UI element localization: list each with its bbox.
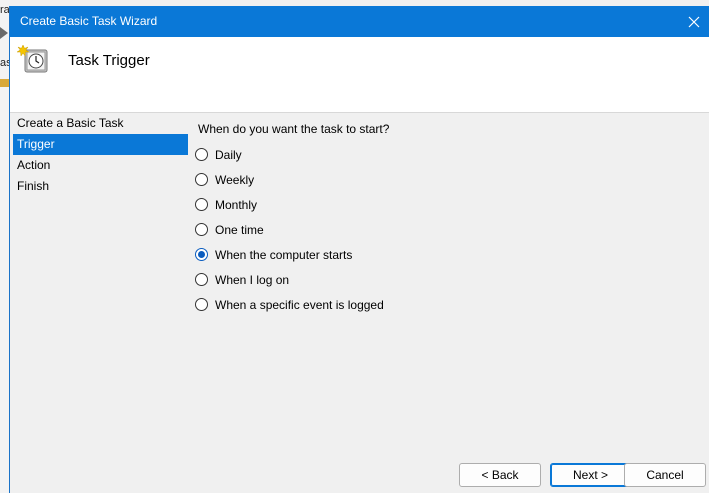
radio-option-log-on[interactable]: When I log on xyxy=(195,267,384,292)
radio-option-weekly[interactable]: Weekly xyxy=(195,167,384,192)
back-button[interactable]: < Back xyxy=(459,463,541,487)
wizard-header: Task Trigger xyxy=(10,37,709,112)
radio-label: Monthly xyxy=(215,197,258,212)
radio-label: Weekly xyxy=(215,172,255,187)
radio-option-one-time[interactable]: One time xyxy=(195,217,384,242)
next-button[interactable]: Next > xyxy=(550,463,631,487)
trigger-question: When do you want the task to start? xyxy=(198,122,390,136)
radio-option-computer-starts[interactable]: When the computer starts xyxy=(195,242,384,267)
window-title: Create Basic Task Wizard xyxy=(20,14,158,28)
radio-button-selected[interactable] xyxy=(195,248,208,261)
radio-button[interactable] xyxy=(195,298,208,311)
wizard-steps-nav: Create a Basic Task Trigger Action Finis… xyxy=(13,113,188,197)
nav-step-trigger[interactable]: Trigger xyxy=(13,134,188,155)
radio-option-daily[interactable]: Daily xyxy=(195,142,384,167)
task-scheduler-clock-icon xyxy=(16,43,50,77)
radio-option-event-logged[interactable]: When a specific event is logged xyxy=(195,292,384,317)
nav-step-create-basic-task[interactable]: Create a Basic Task xyxy=(13,113,188,134)
radio-button[interactable] xyxy=(195,223,208,236)
close-button[interactable] xyxy=(678,6,709,37)
radio-label: When the computer starts xyxy=(215,247,353,262)
radio-label: When a specific event is logged xyxy=(215,297,384,312)
radio-button[interactable] xyxy=(195,173,208,186)
trigger-radio-group: Daily Weekly Monthly One time When the c… xyxy=(195,142,384,317)
title-bar: Create Basic Task Wizard xyxy=(10,6,709,37)
radio-label: One time xyxy=(215,222,264,237)
background-app-folder-icon xyxy=(0,76,9,88)
page-title: Task Trigger xyxy=(68,52,150,69)
close-icon xyxy=(688,16,700,27)
nav-step-finish[interactable]: Finish xyxy=(13,176,188,197)
background-app-arrow-icon xyxy=(0,27,9,39)
cancel-button[interactable]: Cancel xyxy=(624,463,706,487)
radio-option-monthly[interactable]: Monthly xyxy=(195,192,384,217)
radio-button[interactable] xyxy=(195,198,208,211)
nav-step-action[interactable]: Action xyxy=(13,155,188,176)
radio-label: When I log on xyxy=(215,272,290,287)
radio-label: Daily xyxy=(215,147,242,162)
create-basic-task-wizard-dialog: Create Basic Task Wizard Task Trigger Cr… xyxy=(9,6,709,493)
radio-button[interactable] xyxy=(195,273,208,286)
radio-button[interactable] xyxy=(195,148,208,161)
